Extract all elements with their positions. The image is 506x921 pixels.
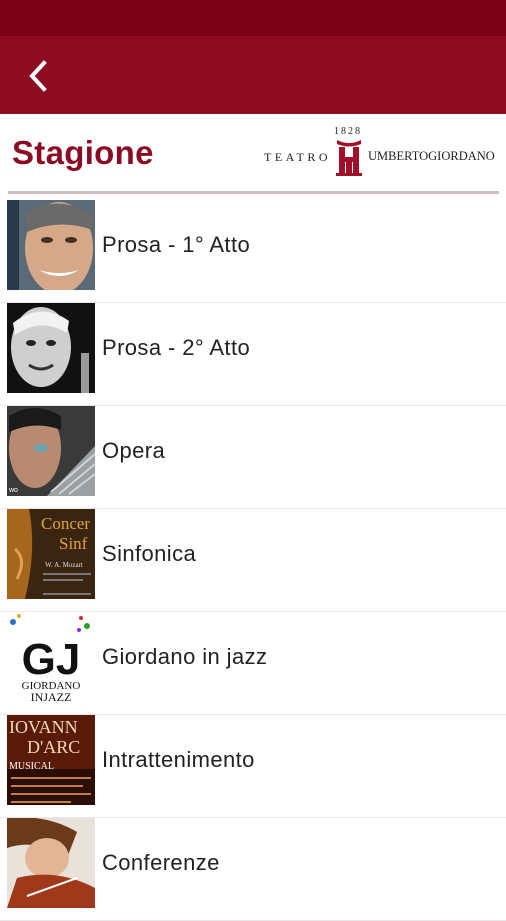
season-label: Prosa - 1° Atto <box>102 232 251 257</box>
svg-text:wo: wo <box>8 487 18 494</box>
list-item[interactable]: wo Opera <box>0 406 506 509</box>
season-thumbnail: wo <box>7 406 95 496</box>
list-item[interactable]: IOVANN D'ARC MUSICAL Intrattenimento <box>0 715 506 818</box>
theatre-logo: 1828 TEATRO UMBERTOGIORDANO <box>262 124 498 184</box>
season-label: Intrattenimento <box>102 747 255 772</box>
jazz-logo-mark: GJ <box>22 635 81 684</box>
season-thumbnail: Concer Sinf W. A. Mozart <box>7 509 95 599</box>
header-divider <box>8 191 499 194</box>
season-label: Conferenze <box>102 850 220 875</box>
season-list: Prosa - 1° Atto Prosa - 2° Atto wo Opera… <box>0 200 506 921</box>
season-label: Sinfonica <box>102 541 197 566</box>
season-thumbnail <box>7 818 95 908</box>
season-label: Giordano in jazz <box>102 644 268 669</box>
page-title: Stagione <box>12 134 154 171</box>
logo-teatro: TEATRO <box>264 150 331 164</box>
season-label: Prosa - 2° Atto <box>102 335 251 360</box>
app-bar <box>0 36 506 114</box>
list-item[interactable]: Prosa - 2° Atto <box>0 303 506 406</box>
musical-poster-line1: IOVANN <box>9 717 78 737</box>
jazz-logo-line2: INJAZZ <box>31 690 72 702</box>
logo-year: 1828 <box>334 126 362 137</box>
svg-text:Concer: Concer <box>41 514 90 533</box>
season-thumbnail: IOVANN D'ARC MUSICAL <box>7 715 95 805</box>
status-bar <box>0 0 506 36</box>
logo-name: UMBERTOGIORDANO <box>368 149 495 163</box>
list-item[interactable]: GJ GIORDANO INJAZZ Giordano in jazz <box>0 612 506 715</box>
chevron-left-icon <box>29 60 47 92</box>
page-header: Stagione 1828 TEATRO UMBERTOGIORDANO <box>0 114 506 194</box>
musical-poster-line2: D'ARC <box>27 737 80 757</box>
svg-text:Sinf: Sinf <box>59 534 88 553</box>
list-item[interactable]: Conferenze <box>0 818 506 921</box>
svg-text:W. A. Mozart: W. A. Mozart <box>45 561 83 569</box>
musical-poster-line3: MUSICAL <box>9 761 54 772</box>
season-label: Opera <box>102 438 166 463</box>
season-thumbnail <box>7 303 95 393</box>
back-button[interactable] <box>22 58 58 94</box>
theatre-emblem-icon <box>336 140 362 176</box>
list-item[interactable]: Prosa - 1° Atto <box>0 200 506 303</box>
season-thumbnail: GJ GIORDANO INJAZZ <box>7 612 95 702</box>
list-item[interactable]: Concer Sinf W. A. Mozart Sinfonica <box>0 509 506 612</box>
season-thumbnail <box>7 200 95 290</box>
